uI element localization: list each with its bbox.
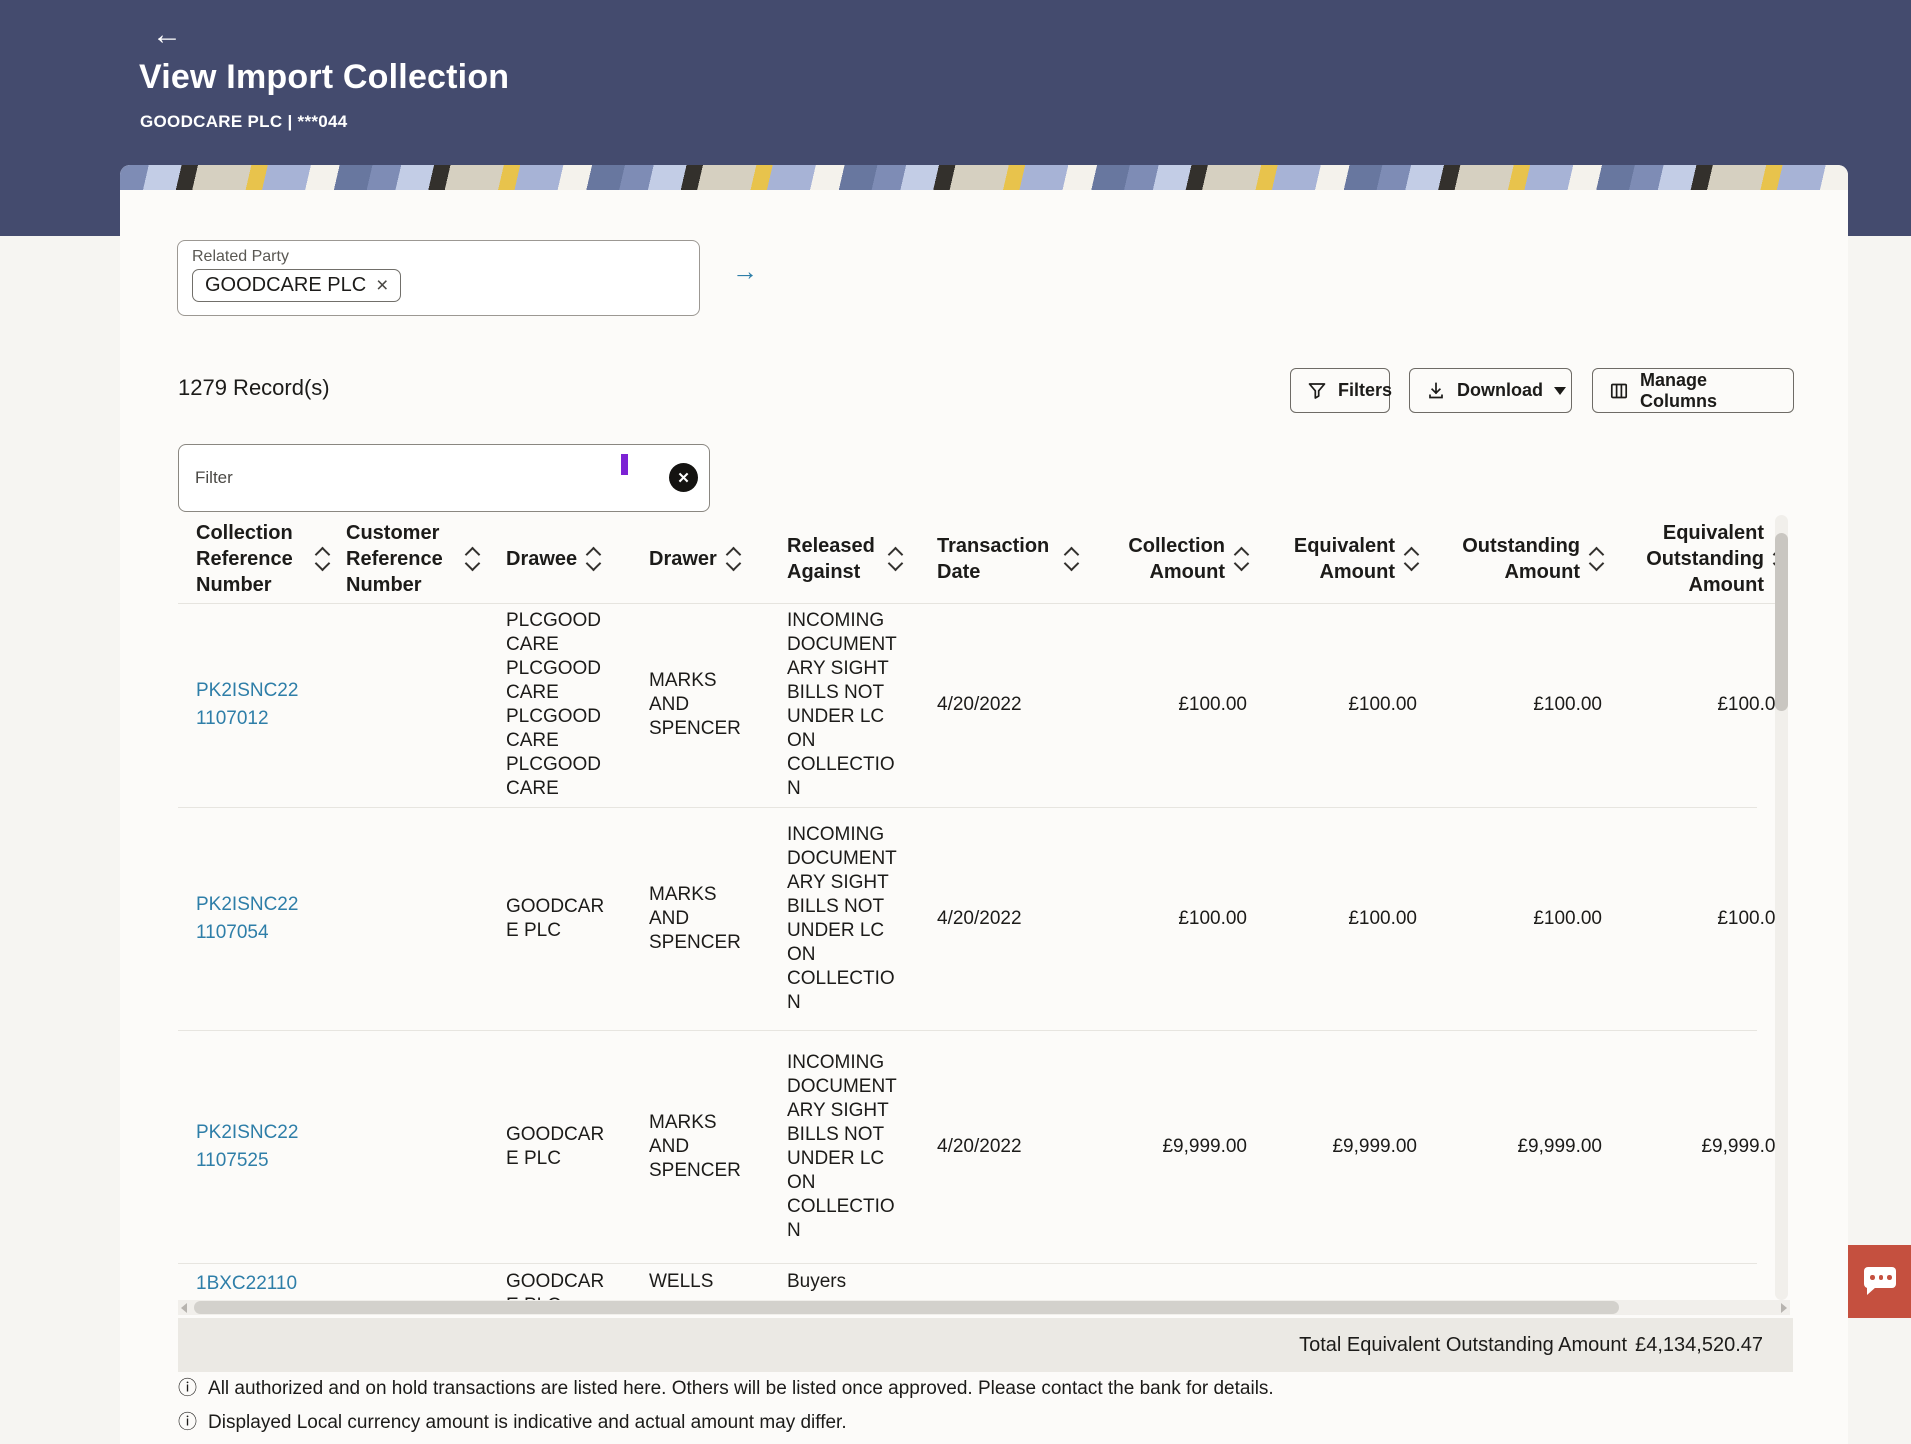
info-note-text: Displayed Local currency amount is indic… [208,1412,847,1434]
download-icon [1426,381,1446,401]
outstanding-amount-cell: £9,999.00 [1417,1135,1602,1159]
drawer-cell: MARKS AND SPENCER [649,669,787,741]
collection-amount-cell: £100.00 [1087,907,1247,931]
column-header-collection-amount[interactable]: Collection Amount [1087,533,1247,585]
table-header-row: Collection Reference Number Customer Ref… [178,515,1775,604]
column-header-customer-reference-number[interactable]: Customer Reference Number [346,520,506,598]
decorative-banner [120,165,1848,190]
sort-icon[interactable] [467,549,478,569]
drawer-cell: MARKS AND SPENCER [649,1111,787,1183]
collection-amount-cell: £9,999.00 [1087,1135,1247,1159]
info-icon: ⓘ [178,1378,197,1401]
clear-filter-icon[interactable]: ✕ [669,463,698,492]
info-icon: ⓘ [178,1412,197,1435]
horizontal-scrollbar-thumb[interactable] [194,1301,1619,1314]
summary-value: £4,134,520.47 [1635,1334,1763,1357]
scroll-left-arrow-icon[interactable] [181,1303,187,1313]
drawer-cell: WELLS [649,1270,787,1294]
related-party-label: Related Party [192,248,685,266]
table-row: 1BXC221100 GOODCARE PLC WELLS Buyers [178,1264,1757,1300]
chat-bubble-icon [1864,1267,1896,1288]
caret-down-icon [1554,387,1566,395]
scroll-right-arrow-icon[interactable] [1781,1303,1787,1313]
chip-value: GOODCARE PLC [205,274,366,297]
sort-icon[interactable] [317,549,328,569]
drawee-cell: GOODCARE PLC [506,895,649,943]
outstanding-amount-cell: £100.00 [1417,693,1602,717]
records-count: 1279 Record(s) [178,375,330,401]
column-header-released-against[interactable]: Released Against [787,533,937,585]
equivalent-outstanding-amount-cell: £9,999.00 [1602,1135,1775,1159]
back-arrow-icon[interactable]: ← [152,20,182,50]
drawee-cell: GOODCARE PLC [506,1123,649,1171]
manage-columns-button[interactable]: Manage Columns [1592,368,1794,413]
drawee-cell: PLCGOODCARE PLCGOODCARE PLCGOODCARE PLCG… [506,609,649,802]
apply-arrow-icon[interactable]: → [732,258,758,284]
related-party-chip[interactable]: GOODCARE PLC × [192,269,401,302]
summary-label: Total Equivalent Outstanding Amount [1299,1334,1627,1357]
released-against-cell: INCOMING DOCUMENTARY SIGHT BILLS NOT UND… [787,823,937,1016]
vertical-scrollbar-thumb[interactable] [1775,533,1788,711]
quick-filter-input[interactable] [193,453,617,503]
sort-icon[interactable] [1236,549,1247,569]
content-card: Related Party GOODCARE PLC × → 1279 Reco… [120,165,1848,1444]
column-header-drawer[interactable]: Drawer [649,546,787,572]
column-header-outstanding-amount[interactable]: Outstanding Amount [1417,533,1602,585]
table-row: PK2ISNC221107525 GOODCARE PLC MARKS AND … [178,1031,1757,1264]
released-against-cell: Buyers [787,1270,937,1294]
manage-columns-icon [1609,381,1629,401]
download-button-label: Download [1457,380,1543,401]
column-header-equivalent-outstanding-amount[interactable]: Equivalent Outstanding Amount [1602,520,1775,598]
column-header-equivalent-amount[interactable]: Equivalent Amount [1247,533,1417,585]
sort-icon[interactable] [588,549,599,569]
filter-funnel-icon [1307,381,1327,401]
text-cursor [621,454,628,475]
column-header-transaction-date[interactable]: Transaction Date [937,533,1087,585]
collection-ref-link[interactable]: PK2ISNC221107525 [196,1119,302,1176]
info-note: ⓘ Displayed Local currency amount is ind… [178,1412,847,1435]
sort-icon[interactable] [1066,549,1077,569]
sort-icon[interactable] [890,549,901,569]
download-button[interactable]: Download [1409,368,1572,413]
table-horizontal-scrollbar[interactable] [178,1300,1790,1315]
equivalent-amount-cell: £100.00 [1247,907,1417,931]
page-title: View Import Collection [139,58,509,97]
equivalent-amount-cell: £100.00 [1247,693,1417,717]
chat-widget-button[interactable] [1848,1245,1911,1318]
table-vertical-scrollbar[interactable] [1775,515,1788,1300]
equivalent-outstanding-amount-cell: £100.00 [1602,907,1775,931]
table-body: PK2ISNC221107012 PLCGOODCARE PLCGOODCARE… [178,603,1775,1300]
equivalent-outstanding-amount-cell: £100.00 [1602,693,1775,717]
collection-ref-link[interactable]: 1BXC221100 [196,1270,302,1300]
related-party-field[interactable]: Related Party GOODCARE PLC × [177,240,700,316]
transaction-date-cell: 4/20/2022 [937,1135,1087,1159]
released-against-cell: INCOMING DOCUMENTARY SIGHT BILLS NOT UND… [787,1051,937,1244]
collection-amount-cell: £100.00 [1087,693,1247,717]
manage-columns-button-label: Manage Columns [1640,370,1777,412]
filters-button-label: Filters [1338,380,1392,401]
remove-chip-icon[interactable]: × [376,275,388,296]
filters-button[interactable]: Filters [1290,368,1390,413]
column-header-collection-reference-number[interactable]: Collection Reference Number [196,520,346,598]
table-row: PK2ISNC221107012 PLCGOODCARE PLCGOODCARE… [178,603,1757,808]
transaction-date-cell: 4/20/2022 [937,693,1087,717]
drawer-cell: MARKS AND SPENCER [649,883,787,955]
equivalent-amount-cell: £9,999.00 [1247,1135,1417,1159]
outstanding-amount-cell: £100.00 [1417,907,1602,931]
collection-ref-link[interactable]: PK2ISNC221107012 [196,677,302,734]
quick-filter-field[interactable]: ✕ [178,444,710,512]
released-against-cell: INCOMING DOCUMENTARY SIGHT BILLS NOT UND… [787,609,937,802]
sort-icon[interactable] [1406,549,1417,569]
page-subtitle: GOODCARE PLC | ***044 [140,112,348,132]
transaction-date-cell: 4/20/2022 [937,907,1087,931]
info-note-text: All authorized and on hold transactions … [208,1378,1274,1400]
sort-icon[interactable] [1591,549,1602,569]
column-header-drawee[interactable]: Drawee [506,546,649,572]
table-row: PK2ISNC221107054 GOODCARE PLC MARKS AND … [178,808,1757,1031]
sort-icon[interactable] [728,549,739,569]
table-summary-bar: Total Equivalent Outstanding Amount £4,1… [178,1318,1793,1372]
info-note: ⓘ All authorized and on hold transaction… [178,1378,1274,1401]
drawee-cell: GOODCARE PLC [506,1270,649,1300]
collection-ref-link[interactable]: PK2ISNC221107054 [196,891,302,948]
